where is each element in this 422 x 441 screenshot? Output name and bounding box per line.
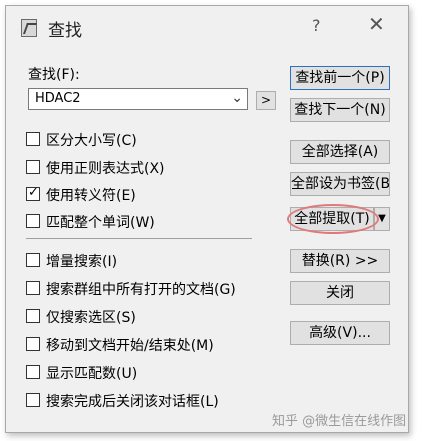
checkbox[interactable] [26,393,40,407]
find-previous-button[interactable]: 查找前一个(P) [290,66,390,90]
find-input-value[interactable]: HDAC2 [35,91,81,106]
checkbox[interactable] [26,132,40,146]
option-label: 使用正则表达式(X) [46,161,165,177]
checkbox[interactable] [26,365,40,379]
watermark: 知乎 @微生信在线作图 [272,414,407,429]
option-label: 搜索群组中所有打开的文档(G) [46,282,236,298]
find-label: 查找(F): [28,67,80,83]
window-title: 查找 [48,21,82,41]
extract-all-button[interactable]: 全部提取(T) [290,207,374,231]
close-icon[interactable]: ✕ [368,12,385,36]
find-combobox[interactable]: HDAC2 ⌄ [28,88,248,110]
chevron-down-icon[interactable]: ⌄ [231,90,243,106]
option-label: 增量搜索(I) [46,254,118,270]
checkbox-checked[interactable] [26,185,40,201]
checkbox[interactable] [26,160,40,174]
option-label: 区分大小写(C) [46,133,137,149]
replace-button[interactable]: 替换(R) >> [290,249,390,273]
checkbox[interactable] [26,281,40,295]
find-next-button[interactable]: 查找下一个(N) [290,98,390,122]
dropdown-arrow-icon[interactable]: ▼ [374,207,390,231]
title-bar: 查找 ? ✕ [6,6,408,46]
option-label: 仅搜索选区(S) [46,310,136,326]
close-button[interactable]: 关闭 [290,281,390,305]
option-label: 移动到文档开始/结束处(M) [46,338,214,354]
option-label: 匹配整个单词(W) [46,215,155,231]
option-label: 搜索完成后关闭该对话框(L) [46,394,219,410]
option-label: 使用转义符(E) [46,188,136,204]
bookmark-all-button[interactable]: 全部设为书签(B) [290,172,390,196]
find-dialog: 查找 ? ✕ 查找(F): HDAC2 ⌄ > 区分大小写(C) 使用正则表达式… [5,5,409,433]
checkbox[interactable] [26,214,40,228]
option-label: 显示匹配数(U) [46,366,138,382]
checkbox[interactable] [26,337,40,351]
select-all-button[interactable]: 全部选择(A) [290,140,390,164]
checkbox[interactable] [26,309,40,323]
more-options-button[interactable]: > [256,91,276,110]
advanced-button[interactable]: 高级(V)... [290,321,390,345]
help-icon[interactable]: ? [312,16,321,35]
app-icon [21,19,37,37]
divider [26,238,252,239]
checkbox[interactable] [26,253,40,267]
